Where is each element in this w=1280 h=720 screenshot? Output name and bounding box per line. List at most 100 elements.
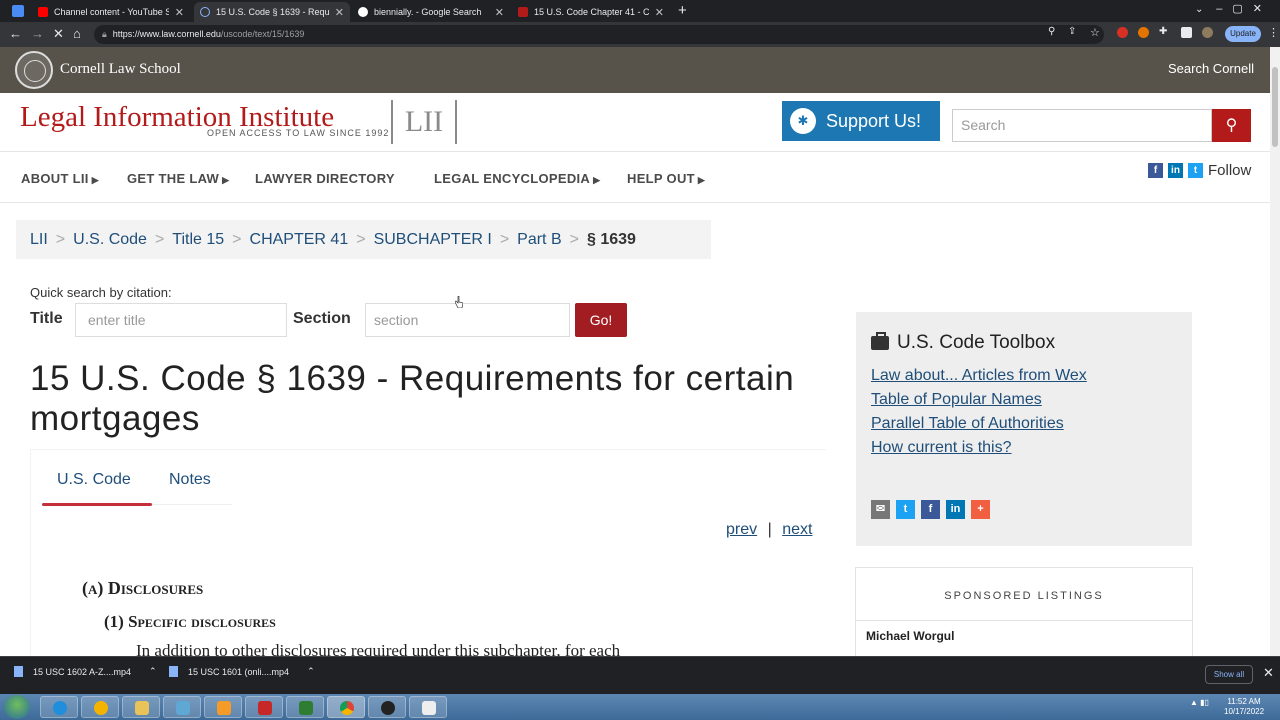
nav-lawyer-directory[interactable]: LAWYER DIRECTORY <box>255 171 395 186</box>
search-cornell-link[interactable]: Search Cornell <box>1168 61 1254 76</box>
caret-right-icon: ▶ <box>697 175 706 185</box>
close-icon[interactable]: ✕ <box>1263 665 1274 681</box>
gift-icon: ✱ <box>790 108 816 134</box>
system-tray-icons[interactable]: ▲ ▮▯ <box>1190 698 1209 707</box>
sidebar-icon[interactable] <box>1181 27 1192 38</box>
url-bar[interactable]: 🔒︎ https://www.law.cornell.edu/uscode/tex… <box>94 25 1104 44</box>
new-tab-button[interactable]: + <box>678 2 687 19</box>
browser-tab-lii[interactable]: 15 U.S. Code § 1639 - Requirements ✕ <box>194 2 350 22</box>
bookmark-star-icon[interactable]: ☆ <box>1090 26 1100 39</box>
email-icon[interactable]: ✉ <box>871 500 890 519</box>
nav-get-the-law[interactable]: GET THE LAW ▶ <box>127 171 229 186</box>
taskbar-app[interactable] <box>163 696 201 718</box>
follow-label[interactable]: Follow <box>1208 162 1251 179</box>
extensions-puzzle-icon[interactable]: ✚ <box>1159 26 1167 37</box>
site-search-input[interactable]: Search <box>952 109 1212 142</box>
support-us-button[interactable]: ✱ Support Us! <box>782 101 940 141</box>
taskbar-media[interactable] <box>204 696 242 718</box>
browser-tab-chapter41[interactable]: 15 U.S. Code Chapter 41 - CONSUMER ✕ <box>512 2 670 22</box>
browser-menu-icon[interactable]: ⋮ <box>1268 26 1279 39</box>
extension-icon[interactable] <box>1138 27 1149 38</box>
facebook-icon[interactable]: f <box>1148 163 1163 178</box>
youtube-icon <box>38 7 48 17</box>
download-filename: 15 USC 1601 (onli....mp4 <box>188 666 290 677</box>
browser-menu-icon[interactable] <box>12 5 24 17</box>
taskbar-ie[interactable] <box>40 696 78 718</box>
page-scrollbar[interactable] <box>1270 47 1280 656</box>
prev-link[interactable]: prev <box>726 521 757 538</box>
cornell-law-link[interactable]: Cornell Law School <box>60 61 181 78</box>
sponsored-lawyer-link[interactable]: Michael Worgul <box>866 629 954 643</box>
taskbar-app[interactable] <box>286 696 324 718</box>
chevron-up-icon[interactable]: ⌃ <box>149 666 157 677</box>
taskbar-chrome[interactable] <box>327 696 365 718</box>
nav-help-out[interactable]: HELP OUT ▶ <box>627 171 705 186</box>
linkedin-icon[interactable]: in <box>1168 163 1183 178</box>
back-icon[interactable]: ← <box>9 26 22 41</box>
window-controls[interactable]: –▢✕ <box>1216 2 1272 15</box>
tab-notes[interactable]: Notes <box>169 471 211 489</box>
breadcrumb-lii[interactable]: LII <box>30 231 48 248</box>
download-item[interactable]: 15 USC 1602 A-Z....mp4 ⌃ <box>14 666 157 677</box>
wex-articles-link[interactable]: Law about... Articles from Wex <box>871 367 1087 385</box>
close-icon[interactable]: ✕ <box>175 6 184 19</box>
next-link[interactable]: next <box>782 521 812 538</box>
section-input[interactable]: section <box>365 303 570 337</box>
twitter-icon[interactable]: t <box>1188 163 1203 178</box>
extension-icon[interactable] <box>1117 27 1128 38</box>
start-button[interactable] <box>4 695 30 719</box>
browser-tab-youtube[interactable]: Channel content - YouTube Studio ✕ <box>32 2 190 22</box>
twitter-icon[interactable]: t <box>896 500 915 519</box>
nav-label: GET THE LAW <box>127 171 220 186</box>
nav-about-lii[interactable]: ABOUT LII ▶ <box>21 171 99 186</box>
tab-search-icon[interactable]: ⌄ <box>1195 4 1203 15</box>
close-icon[interactable]: ✕ <box>495 6 504 19</box>
caret-right-icon: ▶ <box>91 175 99 185</box>
zoom-icon[interactable]: ⚲ <box>1048 26 1055 37</box>
breadcrumb-subchapter-i[interactable]: SUBCHAPTER I <box>374 231 492 248</box>
profile-avatar[interactable] <box>1202 27 1213 38</box>
tab-us-code[interactable]: U.S. Code <box>57 471 131 489</box>
breadcrumb: LII > U.S. Code > Title 15 > CHAPTER 41 > SUBCHA… <box>16 220 711 259</box>
clock-time: 11:52 AM <box>1227 697 1261 706</box>
parallel-table-link[interactable]: Parallel Table of Authorities <box>871 415 1064 433</box>
taskbar-app[interactable] <box>409 696 447 718</box>
show-all-button[interactable]: Show all <box>1205 665 1253 684</box>
add-share-icon[interactable]: + <box>971 500 990 519</box>
close-icon[interactable]: ✕ <box>655 6 664 19</box>
go-button[interactable]: Go! <box>575 303 627 337</box>
taskbar-clock[interactable]: 11:52 AM 10/17/2022 <box>1224 697 1264 717</box>
cornell-seal-icon[interactable] <box>15 51 53 89</box>
update-button[interactable]: Update <box>1225 26 1261 42</box>
breadcrumb-part-b[interactable]: Part B <box>517 231 561 248</box>
home-icon[interactable]: ⌂ <box>73 26 81 41</box>
search-button[interactable]: ⚲ <box>1212 109 1251 142</box>
taskbar-app[interactable] <box>81 696 119 718</box>
close-icon[interactable]: ✕ <box>335 6 344 19</box>
download-item[interactable]: 15 USC 1601 (onli....mp4 ⌃ <box>169 666 315 677</box>
taskbar-app[interactable] <box>245 696 283 718</box>
lock-icon: 🔒︎ <box>102 29 107 39</box>
breadcrumb-chapter-41[interactable]: CHAPTER 41 <box>250 231 349 248</box>
linkedin-icon[interactable]: in <box>946 500 965 519</box>
taskbar-explorer[interactable] <box>122 696 160 718</box>
forward-icon[interactable]: → <box>31 26 44 41</box>
popular-names-link[interactable]: Table of Popular Names <box>871 391 1042 409</box>
scrollbar-thumb[interactable] <box>1272 67 1278 147</box>
chrome-icon <box>340 701 354 715</box>
breadcrumb-us-code[interactable]: U.S. Code <box>73 231 147 248</box>
stop-icon[interactable]: ✕ <box>53 26 64 42</box>
chevron-up-icon[interactable]: ⌃ <box>307 666 315 677</box>
nav-label: LEGAL ENCYCLOPEDIA <box>434 171 591 186</box>
share-icon[interactable]: ⇪ <box>1068 26 1076 37</box>
title-input[interactable]: enter title <box>75 303 287 337</box>
active-tab-indicator <box>42 503 152 506</box>
lii-mark[interactable]: LII <box>391 100 457 144</box>
how-current-link[interactable]: How current is this? <box>871 439 1012 457</box>
browser-tab-google[interactable]: biennially. - Google Search ✕ <box>352 2 510 22</box>
google-icon <box>358 7 368 17</box>
facebook-icon[interactable]: f <box>921 500 940 519</box>
taskbar-obs[interactable] <box>368 696 406 718</box>
breadcrumb-title-15[interactable]: Title 15 <box>172 231 224 248</box>
nav-legal-encyclopedia[interactable]: LEGAL ENCYCLOPEDIA ▶ <box>434 171 600 186</box>
